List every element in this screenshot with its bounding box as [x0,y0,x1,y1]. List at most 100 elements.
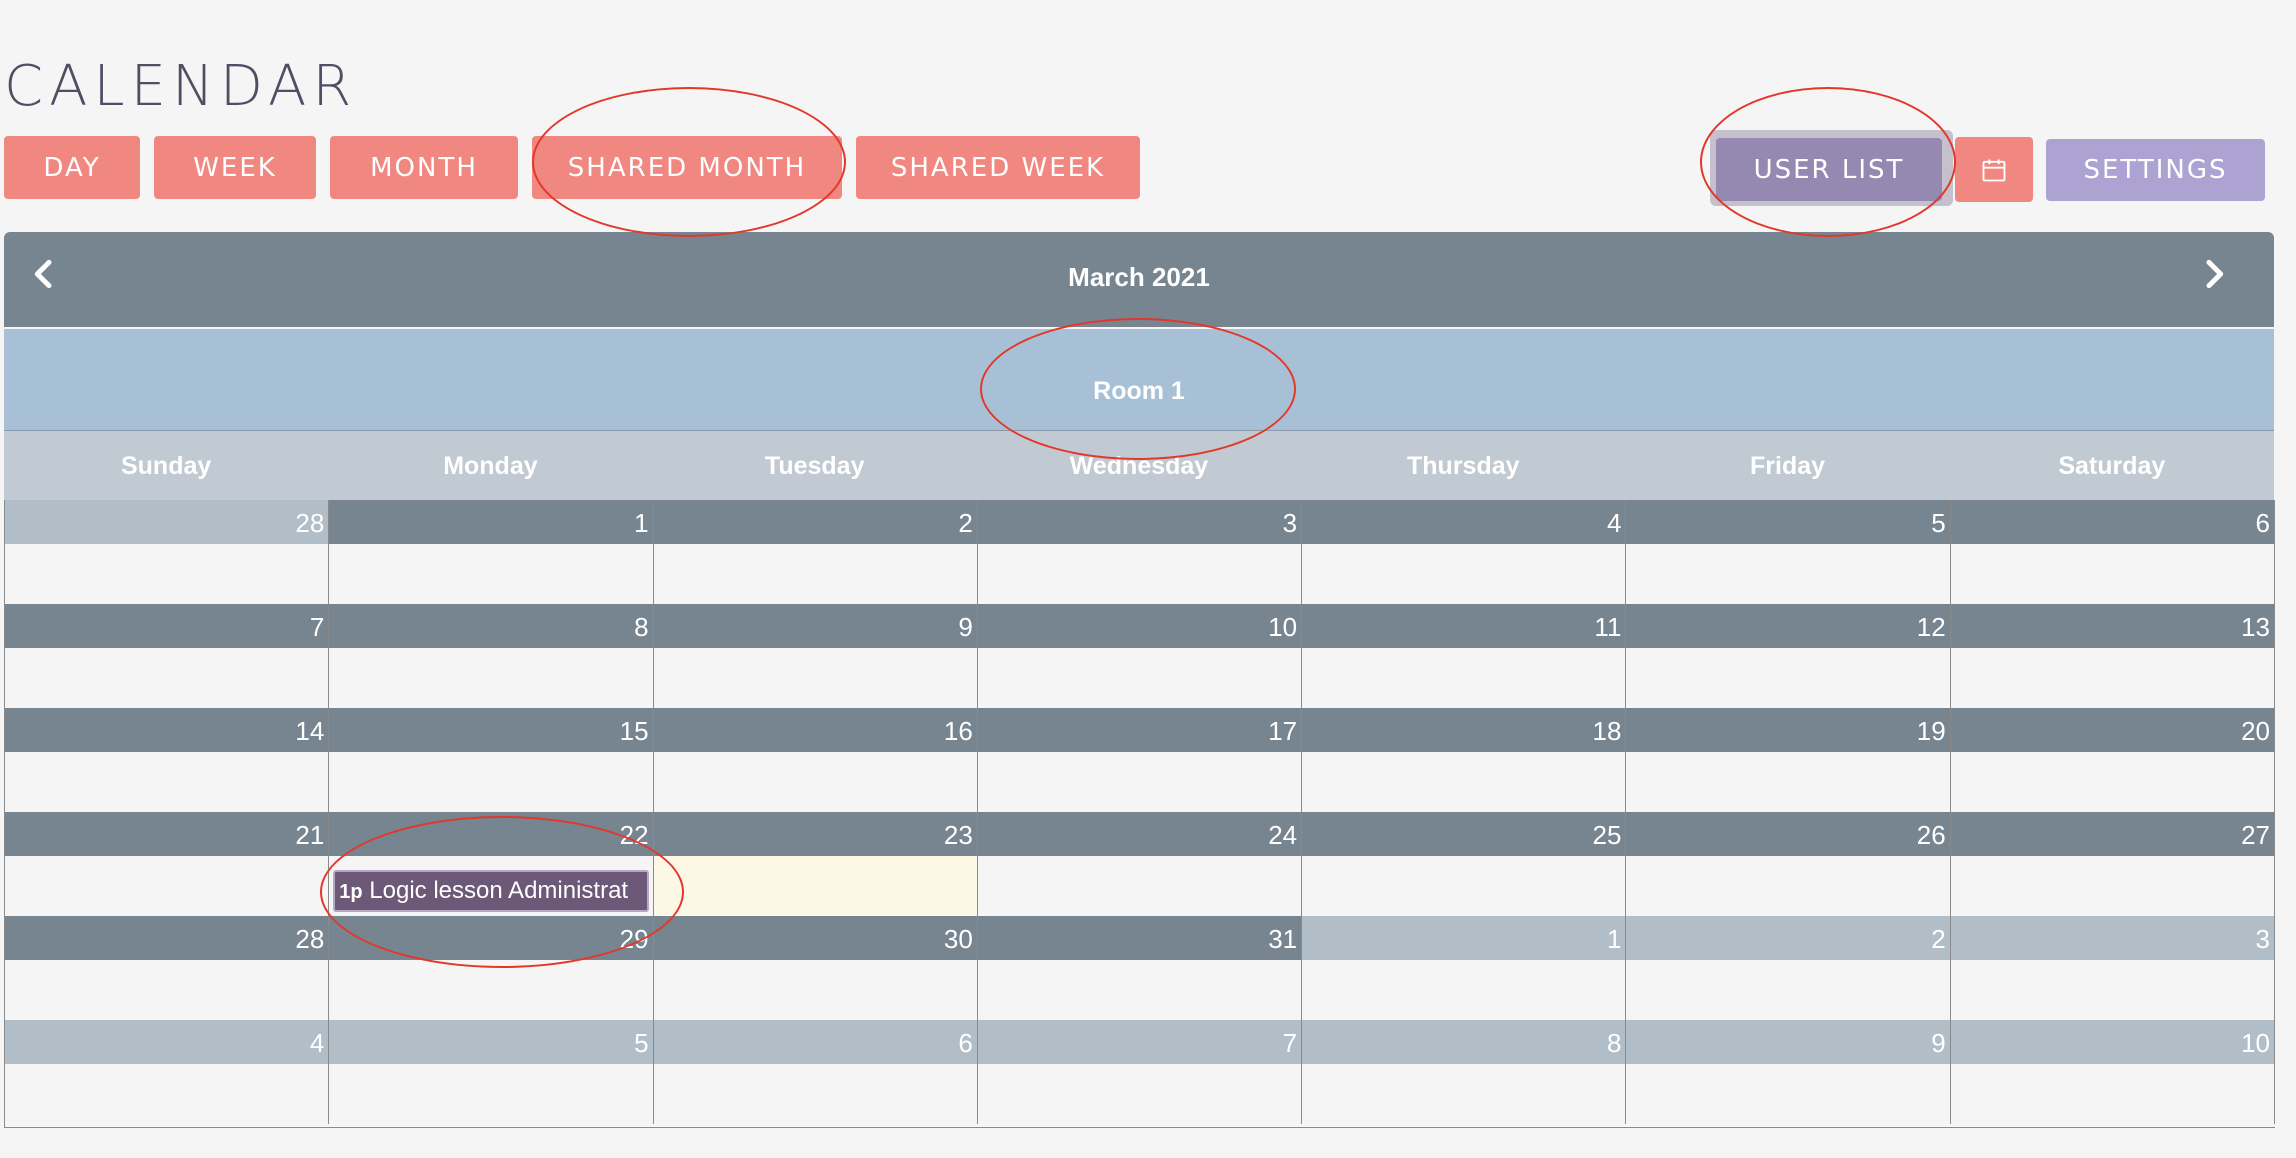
day-cell[interactable]: 8 [1302,1020,1627,1124]
day-number[interactable]: 25 [1302,812,1626,856]
day-number[interactable]: 6 [653,1020,977,1064]
day-number[interactable]: 5 [1626,500,1950,544]
day-number[interactable]: 1 [329,500,653,544]
day-number[interactable]: 24 [977,812,1302,856]
day-cell[interactable]: 1 [1302,916,1627,1020]
day-number[interactable]: 4 [5,1020,329,1064]
weekday-label: Tuesday [764,452,865,480]
day-number[interactable]: 29 [329,916,653,960]
shared-week-view-button[interactable]: SHARED WEEK [856,136,1140,199]
week-view-button[interactable]: WEEK [154,136,316,199]
day-number[interactable]: 12 [1626,604,1950,648]
day-cell[interactable]: 17 [977,708,1303,812]
day-cell[interactable]: 5 [1626,500,1951,604]
day-number[interactable]: 14 [5,708,329,752]
shared-month-view-button[interactable]: SHARED MONTH [532,136,842,199]
day-cell[interactable]: 7 [5,604,330,708]
day-number[interactable]: 18 [1302,708,1626,752]
day-number[interactable]: 8 [329,604,653,648]
day-cell[interactable]: 26 [1626,812,1951,916]
day-cell[interactable]: 4 [1302,500,1627,604]
day-number[interactable]: 26 [1626,812,1950,856]
day-cell[interactable]: 23 [653,812,978,916]
day-cell[interactable]: 8 [329,604,654,708]
day-number[interactable]: 28 [5,916,329,960]
day-number[interactable]: 7 [977,1020,1302,1064]
day-number[interactable]: 4 [1302,500,1626,544]
day-number[interactable]: 15 [329,708,653,752]
day-number[interactable]: 22 [329,812,653,856]
day-number[interactable]: 10 [977,604,1302,648]
day-number[interactable]: 5 [329,1020,653,1064]
day-number[interactable]: 2 [653,500,977,544]
day-number[interactable]: 31 [977,916,1302,960]
day-cell[interactable]: 3 [977,500,1303,604]
day-cell[interactable]: 7 [977,1020,1303,1124]
day-cell[interactable]: 6 [653,1020,978,1124]
day-number[interactable]: 11 [1302,604,1626,648]
day-cell[interactable]: 2 [653,500,978,604]
day-number[interactable]: 7 [5,604,329,648]
day-number[interactable]: 8 [1302,1020,1626,1064]
day-number[interactable]: 21 [5,812,329,856]
day-cell[interactable]: 22 1p Logic lesson Administrat [329,812,654,916]
settings-button[interactable]: SETTINGS [2046,139,2265,201]
day-cell[interactable]: 1 [329,500,654,604]
day-cell[interactable]: 13 [1950,604,2275,708]
day-cell[interactable]: 27 [1950,812,2275,916]
day-number[interactable]: 28 [5,500,329,544]
day-number[interactable]: 9 [1626,1020,1950,1064]
day-number[interactable]: 20 [1950,708,2274,752]
calendar-icon [1982,159,2006,181]
day-cell[interactable]: 28 [5,916,330,1020]
day-cell[interactable]: 28 [5,500,330,604]
day-number[interactable]: 9 [653,604,977,648]
weekday-label: Sunday [120,452,212,480]
day-number[interactable]: 27 [1950,812,2274,856]
day-cell[interactable]: 12 [1626,604,1951,708]
day-number[interactable]: 6 [1950,500,2274,544]
calendar-picker-button[interactable] [1955,137,2033,202]
day-number[interactable]: 17 [977,708,1302,752]
day-cell[interactable]: 9 [653,604,978,708]
day-cell[interactable]: 16 [653,708,978,812]
day-number[interactable]: 3 [977,500,1302,544]
day-cell[interactable]: 24 [977,812,1303,916]
day-cell[interactable]: 11 [1302,604,1627,708]
day-number[interactable]: 1 [1302,916,1626,960]
chevron-right-icon[interactable] [2194,254,2234,294]
day-number[interactable]: 19 [1626,708,1950,752]
month-grid: 28 1 2 3 4 5 6 7 8 9 10 11 12 13 14 15 16 17 18 19 20 21 22 1p … [4,500,2275,1128]
day-number[interactable]: 16 [653,708,977,752]
month-view-button[interactable]: MONTH [330,136,518,199]
day-cell[interactable]: 30 [653,916,978,1020]
day-number[interactable]: 30 [653,916,977,960]
day-cell[interactable]: 6 [1950,500,2275,604]
day-cell[interactable]: 18 [1302,708,1627,812]
day-cell[interactable]: 9 [1626,1020,1951,1124]
weekday-label: Monday [443,452,538,480]
user-list-button[interactable]: USER LIST [1716,138,1942,201]
day-cell[interactable]: 25 [1302,812,1627,916]
day-cell[interactable]: 14 [5,708,330,812]
day-number[interactable]: 10 [1950,1020,2274,1064]
weekday-label: Wednesday [1069,452,1209,480]
day-cell[interactable]: 19 [1626,708,1951,812]
day-number[interactable]: 23 [653,812,977,856]
day-cell[interactable]: 2 [1626,916,1951,1020]
day-number[interactable]: 13 [1950,604,2274,648]
day-number[interactable]: 2 [1626,916,1950,960]
day-cell[interactable]: 29 [329,916,654,1020]
day-cell[interactable]: 10 [1950,1020,2275,1124]
day-cell[interactable]: 3 [1950,916,2275,1020]
day-number[interactable]: 3 [1950,916,2274,960]
day-cell[interactable]: 21 [5,812,330,916]
calendar-event[interactable]: 1p Logic lesson Administrat [333,870,649,912]
day-cell[interactable]: 31 [977,916,1303,1020]
day-cell[interactable]: 5 [329,1020,654,1124]
day-cell[interactable]: 15 [329,708,654,812]
day-view-button[interactable]: DAY [4,136,140,199]
day-cell[interactable]: 20 [1950,708,2275,812]
day-cell[interactable]: 4 [5,1020,330,1124]
day-cell[interactable]: 10 [977,604,1303,708]
